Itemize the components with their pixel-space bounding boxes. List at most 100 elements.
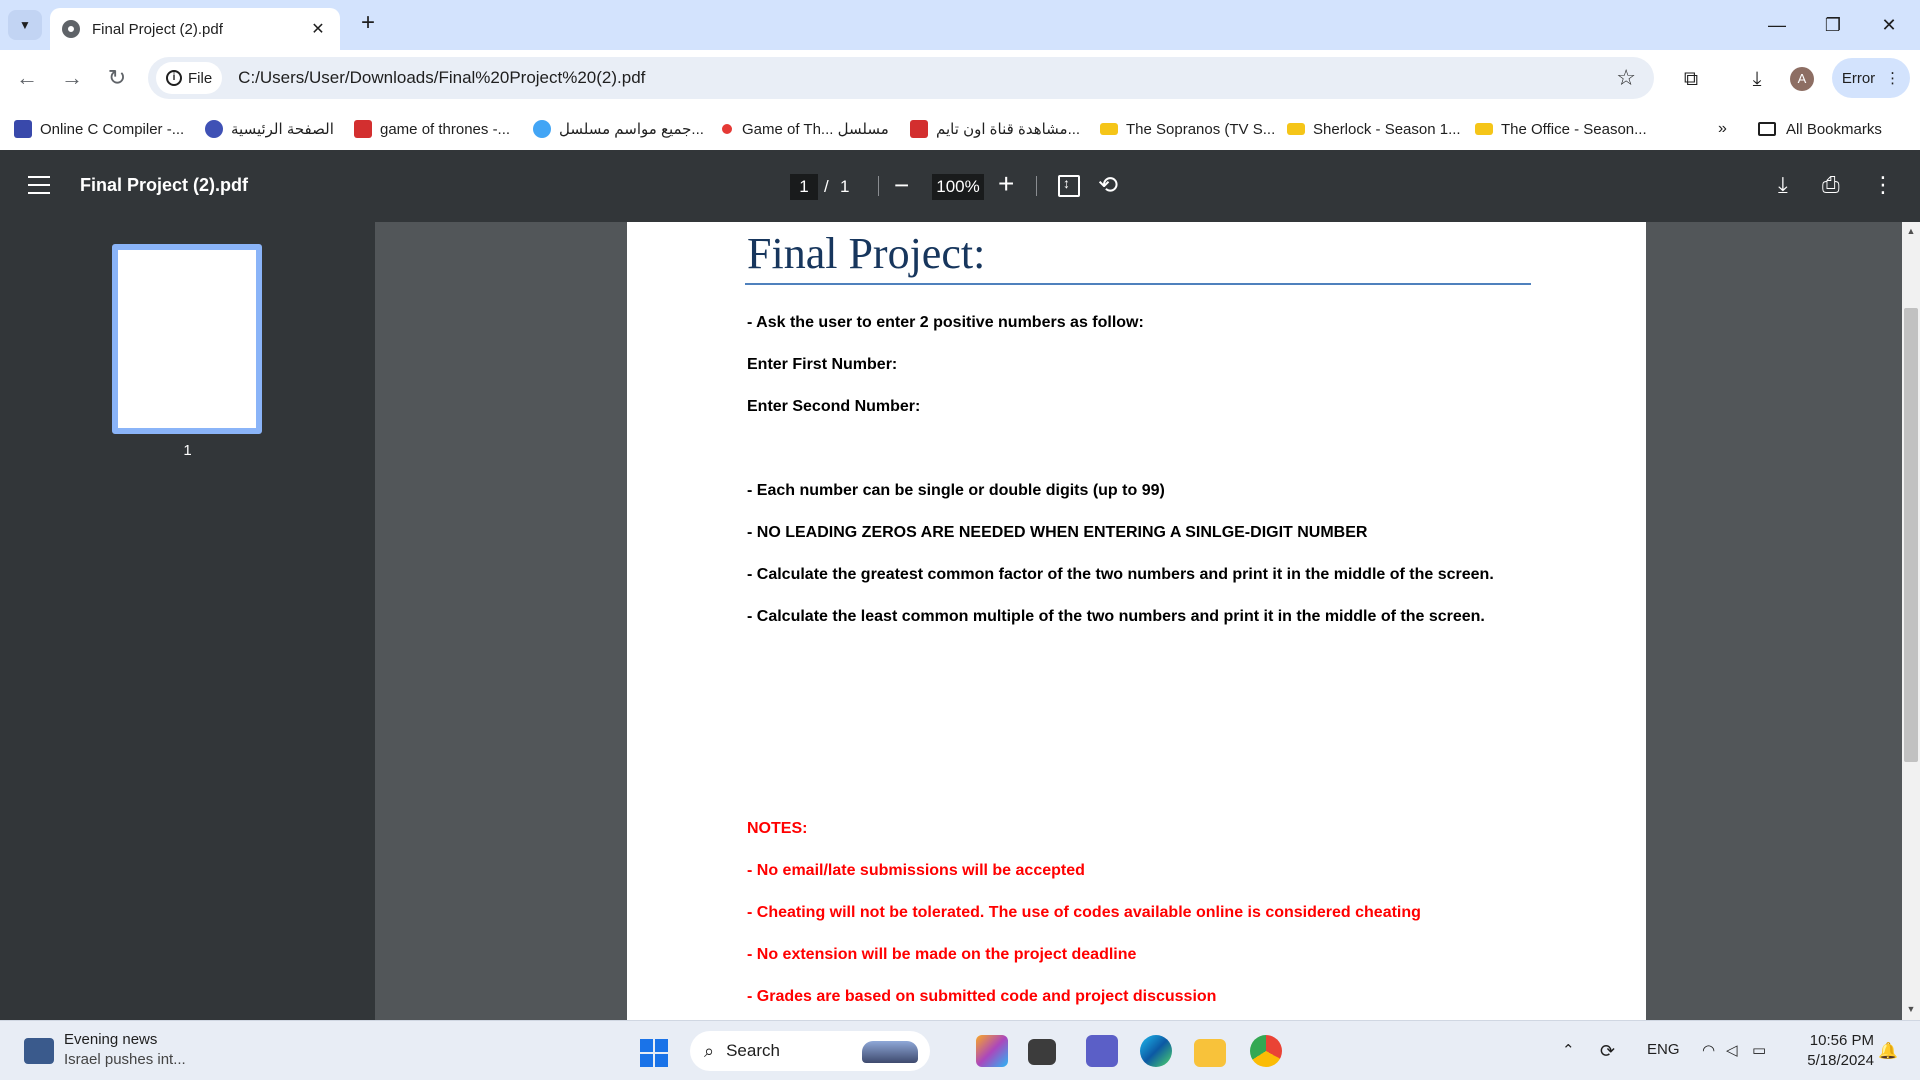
tab-title: Final Project (2).pdf bbox=[92, 20, 223, 38]
taskview-icon[interactable] bbox=[1028, 1039, 1056, 1065]
instruction-line: - Each number can be single or double di… bbox=[747, 482, 1165, 499]
bookmark-item[interactable]: الصفحة الرئيسية bbox=[205, 118, 334, 140]
chrome-icon[interactable] bbox=[1250, 1035, 1282, 1067]
tab-search-button[interactable]: ▼ bbox=[8, 10, 42, 40]
site-info-chip[interactable]: i File bbox=[156, 62, 223, 94]
kebab-menu-icon: ⋮ bbox=[1885, 70, 1901, 87]
search-highlight-image bbox=[862, 1041, 918, 1063]
zoom-in-button[interactable]: + bbox=[998, 168, 1014, 200]
chevron-up-icon[interactable]: ⌃ bbox=[1562, 1041, 1575, 1059]
profile-avatar[interactable]: A bbox=[1790, 67, 1814, 91]
address-bar[interactable]: i File C:/Users/User/Downloads/Final%20P… bbox=[148, 57, 1654, 99]
bookmark-item[interactable]: game of thrones -... bbox=[354, 118, 510, 140]
pdf-toolbar: Final Project (2).pdf 1 / 1 − 100% + ⟲ ⤓… bbox=[0, 150, 1920, 222]
toolbar-divider bbox=[878, 176, 879, 196]
document-heading: Final Project: bbox=[747, 229, 986, 278]
sync-icon[interactable]: ⟳ bbox=[1600, 1041, 1615, 1062]
rotate-icon[interactable]: ⟲ bbox=[1098, 171, 1118, 200]
more-options-icon[interactable]: ⋮ bbox=[1872, 172, 1894, 198]
folder-icon bbox=[1758, 122, 1776, 136]
news-widget-title[interactable]: Evening news bbox=[64, 1031, 157, 1048]
close-icon[interactable]: ✕ bbox=[308, 19, 328, 39]
bookmark-item[interactable]: جميع مواسم مسلسل... bbox=[533, 118, 704, 140]
scroll-down-arrow[interactable]: ▼ bbox=[1905, 1004, 1917, 1014]
bolt-icon bbox=[14, 120, 32, 138]
site-icon bbox=[910, 120, 928, 138]
reload-button[interactable]: ↻ bbox=[102, 64, 132, 94]
tab-strip: ▼ Final Project (2).pdf ✕ + — ❐ ✕ bbox=[0, 0, 1920, 50]
instruction-line: - Ask the user to enter 2 positive numbe… bbox=[747, 314, 1144, 331]
fit-page-icon[interactable] bbox=[1058, 175, 1080, 197]
site-icon bbox=[533, 120, 551, 138]
battery-icon[interactable]: ▭ bbox=[1752, 1041, 1766, 1059]
bookmark-item[interactable]: The Office - Season... bbox=[1475, 118, 1647, 140]
notification-bell-icon[interactable]: 🔔 bbox=[1878, 1041, 1898, 1061]
page-total: 1 bbox=[840, 177, 850, 196]
page-thumbnail[interactable] bbox=[112, 244, 262, 434]
instruction-line: - Calculate the greatest common factor o… bbox=[747, 566, 1494, 583]
zoom-out-button[interactable]: − bbox=[894, 170, 909, 201]
thumbnail-page-number: 1 bbox=[183, 442, 192, 459]
download-icon[interactable]: ⤓ bbox=[1778, 172, 1788, 198]
notes-heading: NOTES: bbox=[747, 820, 808, 837]
bookmark-item[interactable]: Online C Compiler -... bbox=[14, 118, 184, 140]
edge-icon[interactable] bbox=[1140, 1035, 1172, 1067]
taskbar-search[interactable]: ⌕ Search bbox=[690, 1031, 930, 1071]
more-bookmarks-icon[interactable]: » bbox=[1718, 118, 1727, 140]
language-indicator[interactable]: ENG bbox=[1647, 1041, 1680, 1058]
bookmark-star-icon[interactable]: ☆ bbox=[1616, 65, 1636, 91]
new-tab-button[interactable]: + bbox=[354, 10, 382, 38]
all-bookmarks-button[interactable]: All Bookmarks bbox=[1758, 118, 1882, 140]
wifi-icon[interactable]: ◠ bbox=[1702, 1041, 1715, 1059]
tab-active[interactable]: Final Project (2).pdf ✕ bbox=[50, 8, 340, 50]
bookmark-item[interactable]: مشاهدة قناة اون تايم... bbox=[910, 118, 1080, 140]
page-separator: / bbox=[824, 177, 829, 196]
menu-icon[interactable] bbox=[28, 176, 50, 194]
bookmark-item[interactable]: The Sopranos (TV S... bbox=[1100, 118, 1275, 140]
bookmark-item[interactable]: Game of Th... مسلسل bbox=[722, 118, 889, 140]
url-scheme: File bbox=[188, 69, 213, 87]
chevron-down-icon: ▼ bbox=[19, 18, 31, 32]
instruction-line: Enter Second Number: bbox=[747, 398, 921, 415]
windows-start-icon[interactable] bbox=[640, 1039, 668, 1067]
scroll-up-arrow[interactable]: ▲ bbox=[1905, 226, 1917, 236]
note-line: - Grades are based on submitted code and… bbox=[747, 988, 1217, 1005]
pdf-page: Final Project: - Ask the user to enter 2… bbox=[627, 222, 1646, 1020]
error-menu-button[interactable]: Error ⋮ bbox=[1832, 58, 1910, 98]
zoom-input[interactable]: 100% bbox=[932, 174, 984, 200]
document-viewport: Final Project: - Ask the user to enter 2… bbox=[375, 222, 1902, 1020]
news-icon[interactable] bbox=[24, 1038, 54, 1064]
note-line: - No email/late submissions will be acce… bbox=[747, 862, 1085, 879]
instruction-line: - NO LEADING ZEROS ARE NEEDED WHEN ENTER… bbox=[747, 524, 1368, 541]
extensions-icon[interactable]: ⧉ bbox=[1676, 64, 1706, 94]
back-button[interactable]: ← bbox=[12, 64, 42, 94]
thumbnail-sidebar: 1 bbox=[0, 222, 375, 1020]
browser-toolbar: ← → ↻ i File C:/Users/User/Downloads/Fin… bbox=[0, 50, 1920, 106]
file-explorer-icon[interactable] bbox=[1194, 1039, 1226, 1067]
note-line: - No extension will be made on the proje… bbox=[747, 946, 1137, 963]
imdb-icon bbox=[1287, 123, 1305, 135]
imdb-icon bbox=[1475, 123, 1493, 135]
url-text[interactable]: C:/Users/User/Downloads/Final%20Project%… bbox=[238, 68, 1616, 88]
error-label: Error bbox=[1841, 69, 1876, 87]
forward-button[interactable]: → bbox=[57, 64, 87, 94]
download-icon[interactable]: ⤓ bbox=[1742, 64, 1772, 94]
windows-taskbar: Evening news Israel pushes int... ⌕ Sear… bbox=[0, 1020, 1920, 1080]
news-widget-subtitle[interactable]: Israel pushes int... bbox=[64, 1051, 186, 1068]
bookmarks-bar: Online C Compiler -... الصفحة الرئيسية g… bbox=[0, 106, 1920, 150]
volume-icon[interactable]: ◁ bbox=[1726, 1041, 1738, 1059]
print-icon[interactable]: ⎙ bbox=[1822, 172, 1840, 198]
minimize-button[interactable]: — bbox=[1754, 10, 1800, 40]
copilot-icon[interactable] bbox=[976, 1035, 1008, 1067]
restore-button[interactable]: ❐ bbox=[1810, 10, 1856, 40]
page-number-input[interactable]: 1 bbox=[790, 174, 818, 200]
close-window-button[interactable]: ✕ bbox=[1866, 10, 1912, 40]
system-clock[interactable]: 10:56 PM 5/18/2024 bbox=[1800, 1031, 1874, 1071]
instruction-line: - Calculate the least common multiple of… bbox=[747, 608, 1485, 625]
pdf-title: Final Project (2).pdf bbox=[80, 175, 249, 195]
scrollbar-thumb[interactable] bbox=[1904, 308, 1918, 762]
info-icon: i bbox=[166, 70, 182, 86]
teams-icon[interactable] bbox=[1086, 1035, 1118, 1067]
bookmark-item[interactable]: Sherlock - Season 1... bbox=[1287, 118, 1461, 140]
note-line: - Cheating will not be tolerated. The us… bbox=[747, 904, 1421, 921]
